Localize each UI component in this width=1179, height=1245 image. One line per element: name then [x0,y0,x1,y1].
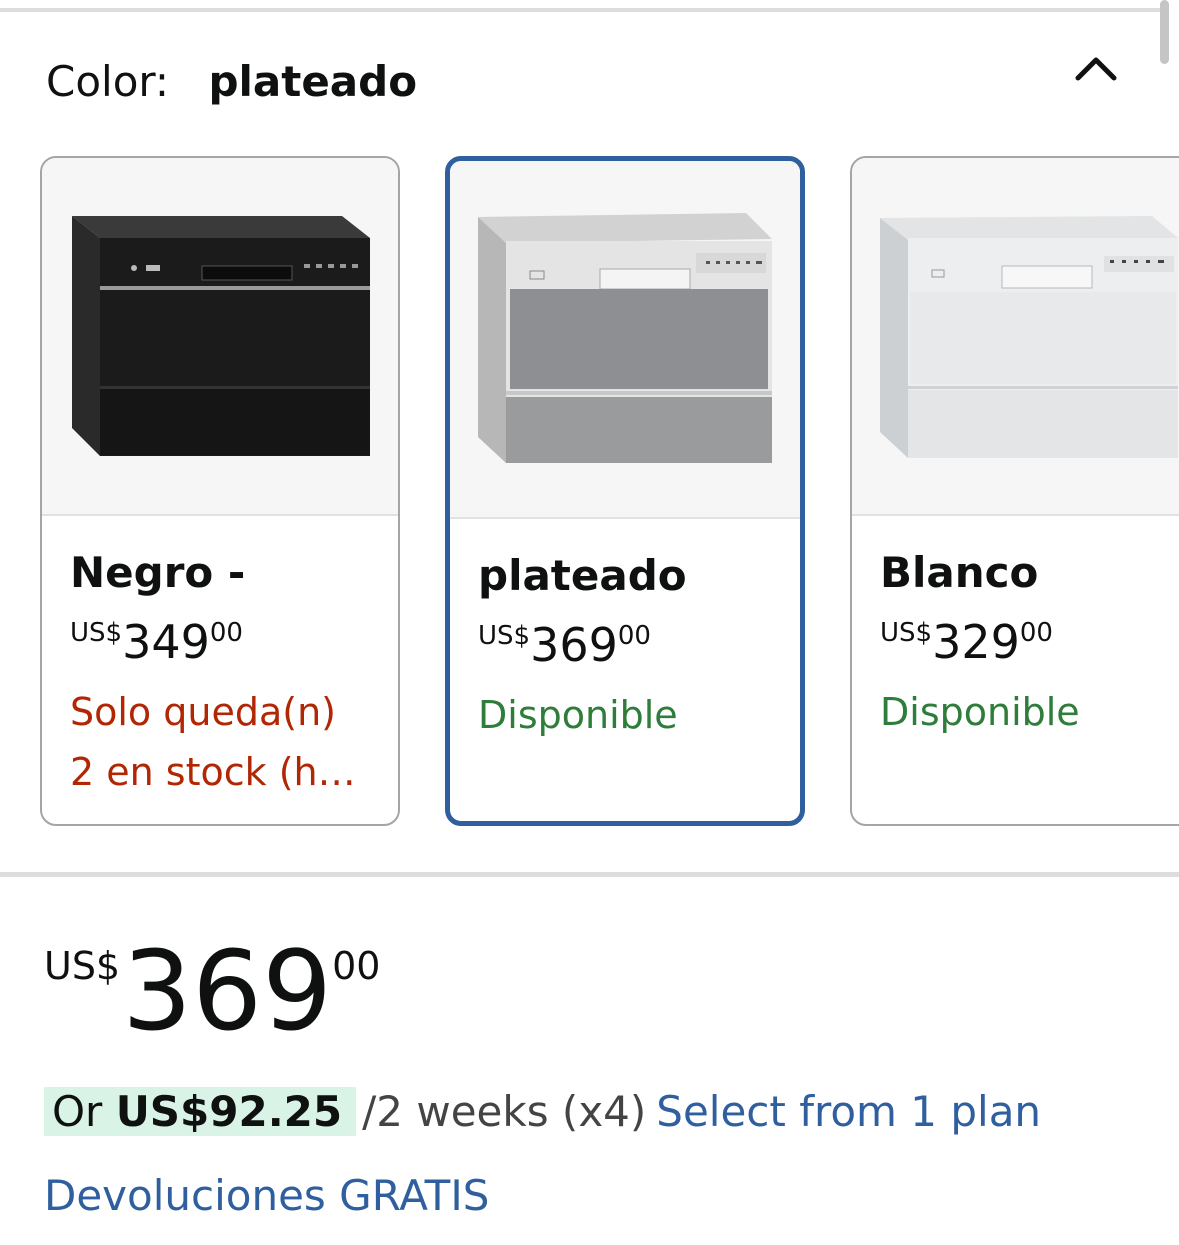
installment-prefix: Or [52,1087,103,1136]
color-label: Color: [46,57,170,106]
option-name: plateado [478,551,687,600]
price-cents: 00 [617,621,651,651]
color-selector-header: Color: plateado [46,54,417,110]
dishwasher-silver-image [450,161,800,519]
option-price: US$32900 [880,614,1053,670]
stock-status: Disponible [880,690,1080,734]
free-returns-link[interactable]: Devoluciones GRATIS [44,1166,489,1226]
scrollbar[interactable] [1160,0,1169,64]
color-option-plateado[interactable]: plateado US$36900 Disponible [445,156,805,826]
price-cents: 00 [1019,618,1053,648]
product-price: US$36900 [44,936,380,1046]
selected-color-value: plateado [208,57,418,106]
installment-plan-row: Or US$92.25/2 weeks (x4) Select from 1 pl… [44,1082,1041,1142]
price-whole: 369 [530,618,618,672]
section-divider [0,872,1179,877]
price-currency: US$ [880,618,933,648]
price-cents: 00 [332,944,381,988]
dishwasher-white-image [852,158,1179,516]
stock-status: Disponible [478,693,678,737]
price-currency: US$ [44,944,121,988]
price-cents: 00 [209,618,243,648]
price-whole: 369 [122,927,333,1055]
select-plan-link[interactable]: Select from 1 plan [656,1087,1041,1136]
installment-badge: Or US$92.25 [44,1087,357,1136]
option-price: US$34900 [70,614,243,670]
price-whole: 349 [122,615,210,669]
dishwasher-black-image [42,158,398,516]
color-option-negro[interactable]: Negro - US$34900 Solo queda(n) 2 en stoc… [40,156,400,826]
installment-interval: /2 weeks (x4) [362,1087,647,1136]
option-name: Negro - [70,548,246,597]
option-price: US$36900 [478,617,651,673]
option-name: Blanco [880,548,1039,597]
stock-status: Solo queda(n) 2 en stock (h… [70,690,356,794]
price-currency: US$ [70,618,123,648]
price-whole: 329 [932,615,1020,669]
chevron-up-icon[interactable] [1072,50,1120,86]
price-currency: US$ [478,621,531,651]
color-option-blanco[interactable]: Blanco US$32900 Disponible [850,156,1179,826]
installment-amount: US$92.25 [115,1087,343,1136]
top-divider [0,8,1160,12]
